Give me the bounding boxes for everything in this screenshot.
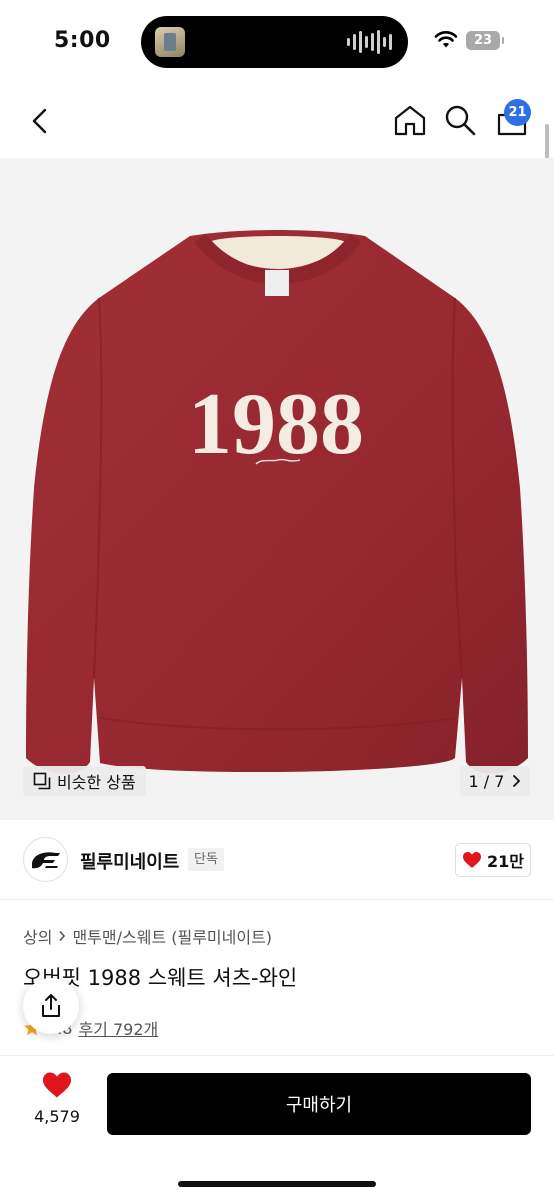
top-navigation [0, 84, 554, 158]
brand-logo[interactable] [23, 837, 68, 882]
image-pager-count: 1 / 7 [468, 771, 505, 791]
share-icon [42, 994, 60, 1017]
search-icon[interactable] [442, 102, 478, 138]
now-playing-artwork [155, 27, 185, 57]
brand-like-count: 21만 [487, 852, 524, 871]
cart-count-badge: 21 [504, 99, 531, 126]
brand-like-button[interactable]: 21만 [455, 843, 531, 877]
brand-logo-mark [32, 852, 60, 869]
wifi-icon [434, 31, 458, 48]
brand-row: 필루미네이트 단독 21만 [0, 820, 554, 900]
product-image-gallery[interactable]: 1988 [0, 158, 554, 820]
breadcrumb-subcategory[interactable]: 맨투맨/스웨트 (필루미네이트) [72, 924, 272, 948]
wishlist-button[interactable]: 4,579 [22, 1071, 92, 1126]
similar-products-label: 비슷한 상품 [57, 773, 136, 792]
heart-icon [43, 1072, 71, 1098]
wishlist-count: 4,579 [34, 1107, 80, 1126]
share-button[interactable] [23, 978, 79, 1034]
similar-products-icon [33, 772, 51, 790]
similar-products-button[interactable]: 비슷한 상품 [23, 766, 146, 796]
sweatshirt-print-text: 1988 [188, 376, 364, 473]
chevron-right-icon [513, 775, 521, 787]
buy-button[interactable]: 구매하기 [107, 1073, 531, 1135]
audio-waveform-icon [347, 30, 392, 54]
back-arrow-icon[interactable] [26, 104, 56, 138]
dynamic-island[interactable] [141, 16, 408, 68]
heart-icon [463, 852, 481, 868]
breadcrumb-category[interactable]: 상의 [23, 924, 52, 948]
breadcrumb: 상의 맨투맨/스웨트 (필루미네이트) [23, 924, 272, 948]
chevron-right-icon [59, 930, 66, 942]
image-pager[interactable]: 1 / 7 [460, 766, 530, 796]
home-icon[interactable] [392, 102, 428, 138]
status-bar: 5:00 23 [0, 0, 554, 84]
home-indicator [178, 1181, 376, 1187]
review-count-link[interactable]: 후기 792개 [78, 1016, 158, 1040]
clock: 5:00 [54, 28, 111, 53]
sweatshirt-image: 1988 [0, 158, 554, 820]
brand-name[interactable]: 필루미네이트 [80, 848, 179, 874]
battery-indicator: 23 [466, 31, 504, 50]
exclusive-tag: 단독 [188, 848, 224, 871]
